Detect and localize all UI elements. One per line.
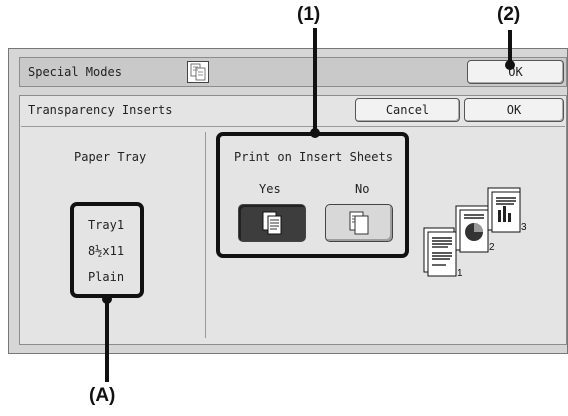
callout-a-leader: [105, 298, 109, 382]
callout-1-leader-dot: [310, 128, 320, 138]
screen-title: Transparency Inserts: [28, 103, 173, 117]
title-bar-text: Special Modes: [28, 65, 122, 79]
callout-2-leader-dot: [505, 60, 515, 70]
callout-2-label: (2): [497, 4, 521, 25]
page-number-3: 3: [521, 222, 527, 233]
title-bar: Special Modes OK: [19, 57, 567, 87]
ok-button[interactable]: OK: [464, 98, 564, 122]
callout-1-label: (1): [297, 4, 321, 25]
header-divider: [21, 126, 565, 127]
callout-1-highlight: [216, 132, 409, 258]
column-divider: [205, 132, 206, 338]
page-number-1: 1: [457, 268, 463, 279]
document-stack-icon: [187, 61, 209, 83]
callout-a-label: (A): [89, 385, 116, 406]
paper-tray-heading: Paper Tray: [74, 150, 147, 164]
callout-a-leader-dot: [102, 294, 112, 304]
transparency-pages-illustration: 3 2 1: [423, 187, 527, 279]
cancel-button[interactable]: Cancel: [355, 98, 460, 122]
title-ok-button[interactable]: OK: [467, 60, 564, 84]
callout-1-leader: [313, 28, 317, 132]
callout-2-leader: [508, 30, 512, 64]
callout-a-highlight: [70, 202, 144, 298]
page-number-2: 2: [489, 242, 495, 253]
